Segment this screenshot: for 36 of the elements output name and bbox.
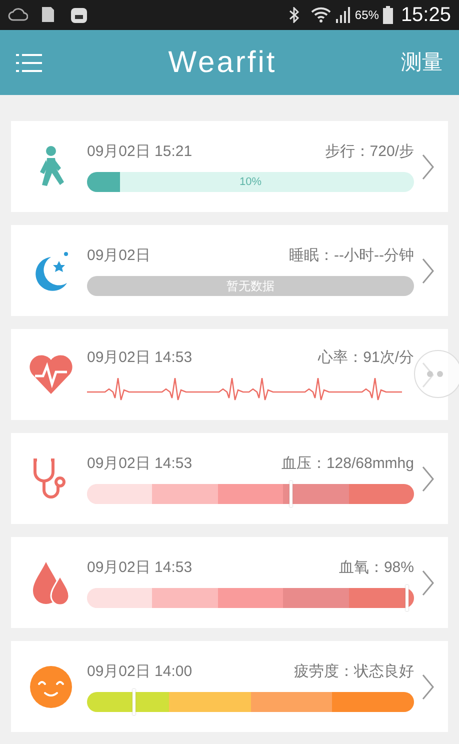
record-reading: 心率：91次/分 <box>318 348 414 368</box>
app-title: Wearfit <box>168 45 277 81</box>
record-time: 09月02日 14:53 <box>87 558 192 578</box>
record-reading: 血压：128/68mmhg <box>281 454 414 474</box>
record-reading: 睡眠：--小时--分钟 <box>289 246 414 266</box>
battery-icon <box>382 6 393 24</box>
progress-percent: 10% <box>239 174 262 190</box>
chevron-right-icon <box>422 570 434 596</box>
health-card[interactable]: 09月02日 14:53 血氧：98% <box>11 537 448 628</box>
clock-time: 15:25 <box>400 3 451 28</box>
record-time: 09月02日 <box>87 246 150 266</box>
record-reading: 疲劳度：状态良好 <box>294 662 414 682</box>
health-card[interactable]: 09月02日 15:21 步行：720/步 10% <box>11 121 448 212</box>
health-card[interactable]: 09月02日 14:00 疲劳度：状态良好 <box>11 641 448 732</box>
record-reading: 步行：720/步 <box>324 142 414 162</box>
health-card[interactable]: 09月02日 14:53 心率：91次/分 <box>11 329 448 420</box>
bag-icon <box>70 6 88 24</box>
health-card[interactable]: 09月02日 14:53 血压：128/68mmhg <box>11 433 448 524</box>
chevron-right-icon <box>422 466 434 492</box>
chevron-right-icon <box>422 258 434 284</box>
menu-icon <box>16 52 44 72</box>
record-time: 09月02日 14:53 <box>87 454 192 474</box>
heart-pulse-icon <box>27 354 75 396</box>
signal-icon <box>334 7 351 23</box>
chevron-right-icon <box>422 154 434 180</box>
measure-button[interactable]: 测量 <box>401 46 443 78</box>
record-reading: 血氧：98% <box>338 558 414 578</box>
wifi-icon <box>310 6 331 24</box>
record-time: 09月02日 14:00 <box>87 662 192 682</box>
smiley-face-icon <box>30 666 72 708</box>
battery-percent: 65% <box>354 7 379 24</box>
record-time: 09月02日 15:21 <box>87 142 192 162</box>
record-time: 09月02日 14:53 <box>87 348 192 368</box>
chevron-right-icon <box>422 674 434 700</box>
cloud-icon <box>8 7 28 23</box>
bluetooth-icon <box>288 7 299 23</box>
